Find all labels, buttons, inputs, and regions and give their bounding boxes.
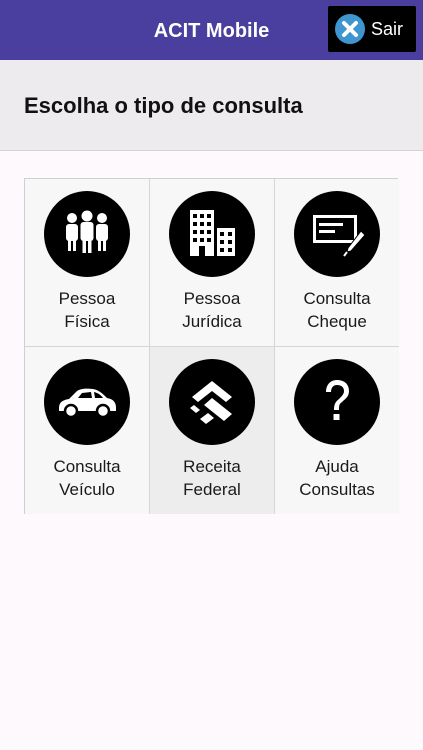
menu-item-label: Consulta Veículo [53,457,121,499]
receita-federal-icon [169,359,255,445]
menu-item-pessoa-juridica[interactable]: Pessoa Jurídica [150,179,275,347]
car-icon [44,359,130,445]
menu-item-receita-federal[interactable]: Receita Federal [150,347,275,514]
menu-item-consulta-veiculo[interactable]: Consulta Veículo [25,347,150,514]
menu-item-label: Pessoa Física [58,289,116,331]
buildings-icon [169,191,255,277]
page-header: Escolha o tipo de consulta [0,60,423,151]
page-title: Escolha o tipo de consulta [24,93,303,118]
menu-item-ajuda-consultas[interactable]: Ajuda Consultas [275,347,399,514]
cheque-icon [294,191,380,277]
logout-button[interactable]: Sair [328,6,416,52]
menu-item-label: Receita Federal [183,457,241,499]
question-icon [294,359,380,445]
menu-item-consulta-cheque[interactable]: Consulta Cheque [275,179,399,347]
close-icon [335,14,365,44]
menu-item-pessoa-fisica[interactable]: Pessoa Física [25,179,150,347]
menu-item-label: Consulta Cheque [303,289,371,331]
logout-label: Sair [371,18,404,39]
people-icon [44,191,130,277]
consulta-menu-grid: Pessoa Física Pessoa Jurídica Consulta C… [24,178,399,514]
app-bar: ACIT Mobile Sair [0,0,423,60]
menu-item-label: Ajuda Consultas [299,457,375,499]
menu-item-label: Pessoa Jurídica [182,289,242,331]
